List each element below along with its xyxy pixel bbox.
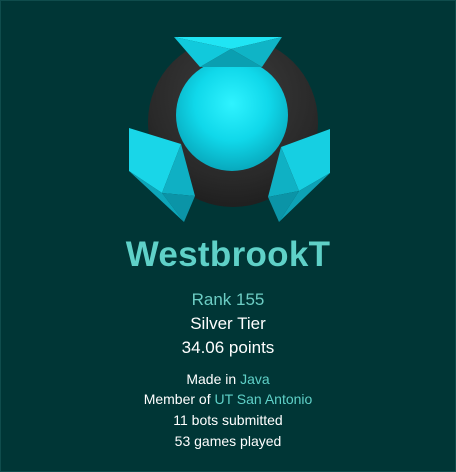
games-played-text: 53 games played xyxy=(174,433,282,449)
organization-line: Member of UT San Antonio xyxy=(1,389,455,409)
points-text: 34.06 points xyxy=(181,338,275,357)
language-line: Made in Java xyxy=(1,369,455,389)
bots-submitted-text: 11 bots submitted xyxy=(173,412,283,428)
tier-text: Silver Tier xyxy=(190,314,266,333)
organization-prefix: Member of xyxy=(143,391,211,407)
username-heading: WestbrookT xyxy=(125,235,331,274)
halite-logo-icon xyxy=(129,21,331,223)
language-prefix: Made in xyxy=(186,371,237,387)
language-link[interactable]: Java xyxy=(240,371,270,387)
rank-text: Rank 155 xyxy=(191,290,265,309)
profile-card: WestbrookT Rank 155 Silver Tier 34.06 po… xyxy=(0,0,456,472)
organization-link[interactable]: UT San Antonio xyxy=(215,391,313,407)
